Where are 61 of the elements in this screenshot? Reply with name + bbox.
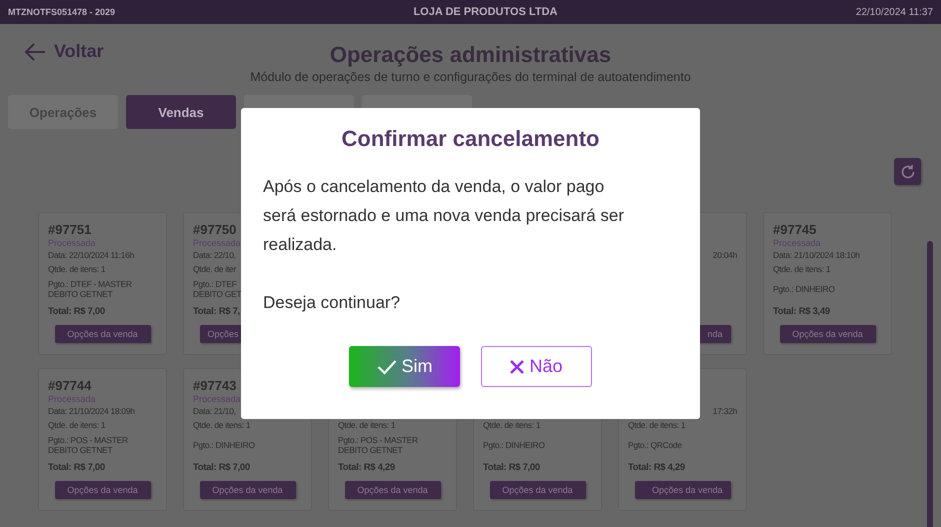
item-count: Qtde. de itens: 1 — [483, 420, 540, 430]
sale-date: Data: 21/10/2024 18:10h — [773, 250, 860, 260]
yes-button[interactable]: Sim — [349, 346, 460, 387]
item-count: Qtde. de iter — [193, 264, 236, 274]
payment-method: Pgto.: QRCode — [628, 440, 682, 450]
sale-total: Total: R$ 7,00 — [193, 462, 250, 472]
sale-number: #97744 — [48, 378, 92, 392]
dialog-title: Confirmar cancelamento — [340, 125, 600, 153]
back-button[interactable]: Voltar — [24, 41, 104, 62]
sale-options-button[interactable]: Opções da venda — [344, 481, 440, 499]
sale-options-button[interactable]: Opções da venda — [54, 325, 150, 343]
sale-date: Data: 21/10/2024 18:09h — [48, 406, 135, 416]
sale-number: #97751 — [48, 222, 92, 236]
sale-total: Total: R$ 7,00 — [483, 462, 540, 472]
sale-options-button[interactable]: Opções da venda — [200, 481, 296, 499]
sale-date: 17:32h — [712, 406, 737, 416]
refresh-button[interactable] — [894, 158, 921, 185]
sale-total: Total: R$ 7, — [193, 306, 240, 316]
page-title: Operações administrativas — [330, 42, 612, 68]
sale-number: #97745 — [773, 222, 816, 236]
sale-total: Total: R$ 4,29 — [338, 462, 395, 472]
sale-options-button[interactable]: Opções da venda — [634, 481, 730, 499]
item-count: Qtde. de itens: 1 — [48, 420, 106, 430]
sale-total: Total: R$ 3,49 — [773, 306, 830, 316]
arrow-left-icon — [24, 42, 46, 62]
sale-options-button[interactable]: Opções da venda — [780, 325, 876, 343]
sale-number: #97743 — [193, 378, 236, 392]
payment-method: Pgto.: POS - MASTER DEBITO GETNET — [338, 435, 418, 455]
sale-total: Total: R$ 4,29 — [628, 462, 685, 472]
refresh-icon — [898, 162, 916, 180]
close-icon — [510, 360, 524, 374]
payment-method: Pgto.: POS - MASTER DEBITO GETNET — [48, 435, 128, 455]
sale-date: Data: 22/10/2024 11:16h — [48, 250, 134, 260]
payment-method: Pgto.: DTEF - MASTER DEBITO GETNET — [48, 279, 132, 299]
dialog-message: Deseja continuar? — [263, 292, 402, 314]
sale-number: #97750 — [193, 222, 236, 236]
page-subtitle: Módulo de operações de turno e configurações do terminal de autoatendimento — [250, 70, 691, 84]
store-name: LOJA DE PRODUTOS LTDA — [413, 6, 558, 18]
item-count: Qtde. de itens: 1 — [628, 420, 686, 430]
sale-options-button[interactable]: Opções da venda — [490, 481, 586, 499]
payment-method: Pgto.: DINHEIRO — [773, 284, 835, 294]
payment-method: Pgto.: DTEF DEBITO GET — [193, 279, 242, 299]
dialog-message: Após o cancelamento da venda, o valor pago será estornado e uma nova venda precisará ser realizada. — [263, 176, 625, 256]
no-button[interactable]: Não — [481, 346, 592, 387]
item-count: Qtde. de itens: 1 — [338, 420, 396, 430]
sale-date: 20:04h — [712, 250, 737, 260]
sale-total: Total: R$ 7,00 — [48, 462, 105, 472]
sale-date: Data: 21/10, — [193, 406, 236, 416]
scrollbar[interactable] — [927, 241, 933, 527]
item-count: Qtde. de itens: 1 — [773, 264, 830, 274]
payment-method: Pgto.: DINHEIRO — [193, 440, 255, 450]
payment-method: Pgto.: DINHEIRO — [483, 440, 545, 450]
check-icon — [376, 358, 396, 374]
terminal-id: MTZNOTFS051478 - 2029 — [8, 7, 116, 17]
sale-options-button[interactable]: Opções da venda — [54, 481, 150, 499]
tab[interactable]: Vendas — [126, 95, 236, 129]
item-count: Qtde. de itens: 1 — [193, 420, 250, 430]
item-count: Qtde. de itens: 1 — [48, 264, 106, 274]
sale-total: Total: R$ 7,00 — [48, 306, 105, 316]
date-time: 22/10/2024 11:37 — [856, 6, 933, 18]
sale-date: Data: 22/10, — [193, 250, 236, 260]
